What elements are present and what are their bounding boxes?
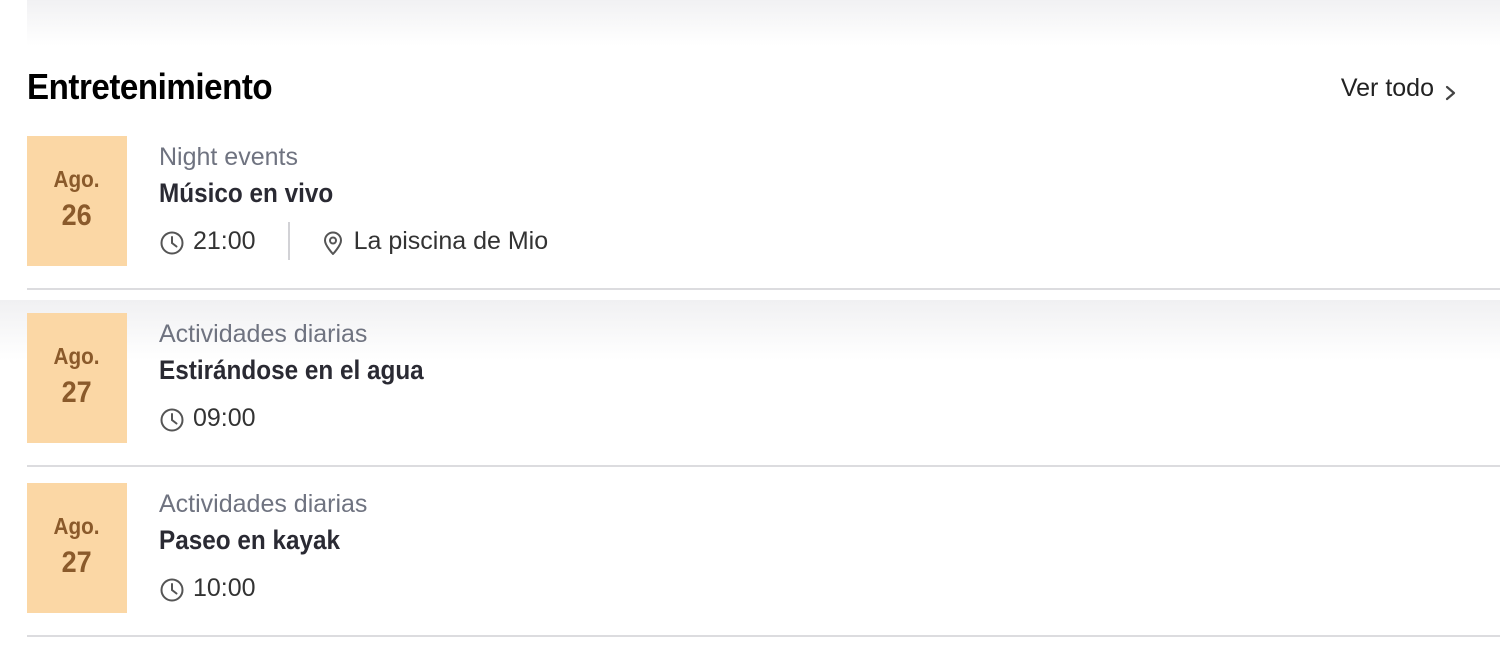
- event-time-label: 09:00: [193, 403, 256, 432]
- event-item[interactable]: Ago. 27 Actividades diarias Paseo en kay…: [27, 467, 1500, 637]
- view-all-label: Ver todo: [1340, 74, 1434, 102]
- clock-icon: [160, 408, 184, 432]
- event-meta: 09:00: [159, 398, 453, 438]
- event-meta: 21:00 La piscina de Mio: [159, 221, 548, 261]
- event-date-badge: Ago. 26: [27, 136, 127, 266]
- event-time-label: 10:00: [193, 573, 256, 602]
- section-title: Entretenimiento: [27, 66, 273, 107]
- clock-icon: [160, 231, 184, 255]
- event-date-badge: Ago. 27: [27, 313, 127, 443]
- event-info: Night events Músico en vivo 21:00 La pis…: [159, 142, 548, 261]
- event-time: 21:00: [159, 226, 256, 256]
- clock-icon: [160, 578, 184, 602]
- event-name[interactable]: Músico en vivo: [159, 175, 509, 211]
- event-info: Actividades diarias Estirándose en el ag…: [159, 319, 453, 438]
- event-category: Actividades diarias: [159, 320, 368, 348]
- event-info: Actividades diarias Paseo en kayak 10:00: [159, 489, 367, 608]
- event-time-label: 21:00: [193, 226, 256, 255]
- event-time: 09:00: [159, 403, 256, 433]
- event-item[interactable]: Ago. 26 Night events Músico en vivo 21:0…: [27, 136, 1500, 290]
- event-location: La piscina de Mio: [320, 226, 549, 256]
- entertainment-section: Entretenimiento Ver todo Ago. 26 Night e…: [0, 0, 1500, 665]
- event-item[interactable]: Ago. 27 Actividades diarias Estirándose …: [0, 290, 1500, 467]
- event-location-label: La piscina de Mio: [353, 226, 549, 255]
- event-date-badge: Ago. 27: [27, 483, 127, 613]
- location-pin-icon: [323, 231, 342, 255]
- event-category: Night events: [159, 143, 298, 171]
- event-month: Ago.: [53, 343, 100, 369]
- event-name[interactable]: Paseo en kayak: [159, 522, 347, 558]
- event-time: 10:00: [159, 573, 256, 603]
- event-day: 27: [61, 546, 93, 579]
- chevron-right-icon: [1445, 85, 1456, 100]
- meta-divider: [287, 222, 290, 260]
- event-month: Ago.: [53, 166, 100, 192]
- event-name[interactable]: Estirándose en el agua: [159, 352, 424, 388]
- event-day: 27: [61, 376, 93, 409]
- event-day: 26: [61, 199, 93, 232]
- event-month: Ago.: [53, 513, 100, 539]
- view-all-link[interactable]: Ver todo: [1341, 74, 1458, 103]
- event-meta: 10:00: [159, 568, 367, 608]
- event-category: Actividades diarias: [159, 490, 368, 518]
